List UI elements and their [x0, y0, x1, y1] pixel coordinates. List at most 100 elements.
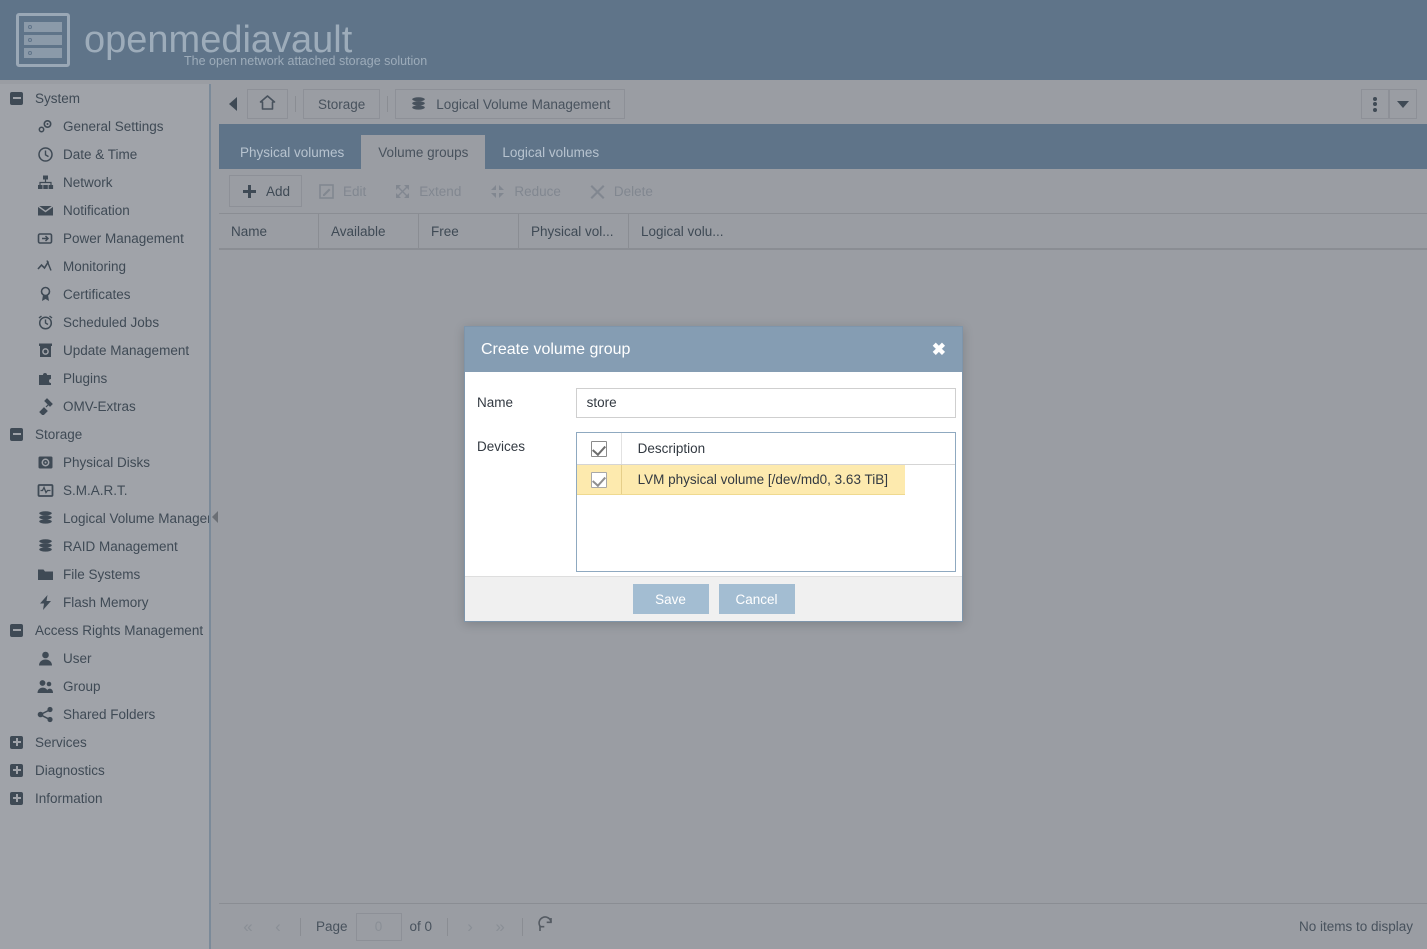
- breadcrumb-home-button[interactable]: [247, 89, 288, 119]
- share-icon: [35, 706, 55, 722]
- refresh-button[interactable]: [530, 912, 560, 942]
- plug-icon: [35, 397, 55, 415]
- sidebar-item-group[interactable]: Group: [0, 672, 209, 700]
- next-page-button[interactable]: ›: [455, 912, 485, 942]
- sidebar-group-storage[interactable]: Storage: [0, 420, 209, 448]
- select-all-checkbox[interactable]: [577, 433, 622, 464]
- disks-stack-icon: [410, 96, 427, 113]
- minus-icon: [10, 623, 23, 637]
- grid-column-free[interactable]: Free: [419, 214, 519, 248]
- reduce-button[interactable]: Reduce: [477, 175, 573, 207]
- sidebar-item-general-settings[interactable]: General Settings: [0, 112, 209, 140]
- grid-column-physical-volumes[interactable]: Physical vol...: [519, 214, 629, 248]
- kebab-menu-button[interactable]: [1361, 89, 1389, 119]
- sidebar-item-label: Scheduled Jobs: [63, 314, 160, 330]
- grid-column-available[interactable]: Available: [319, 214, 419, 248]
- sidebar-item-label: Monitoring: [63, 258, 127, 274]
- sidebar-group-label: Services: [35, 734, 87, 750]
- sidebar-item-date-time[interactable]: Date & Time: [0, 140, 209, 168]
- grid-column-logical-volumes[interactable]: Logical volu...: [629, 214, 1327, 248]
- lightning-icon: [35, 594, 55, 610]
- delete-button[interactable]: Delete: [577, 175, 665, 207]
- breadcrumb-label: Storage: [318, 96, 366, 112]
- prev-page-button[interactable]: ‹: [263, 912, 293, 942]
- sidebar-splitter[interactable]: [210, 84, 219, 949]
- monitor-pulse-icon: [35, 482, 55, 498]
- sidebar-item-file-systems[interactable]: File Systems: [0, 560, 209, 588]
- name-input[interactable]: store: [575, 388, 956, 418]
- toolbar-label: Reduce: [514, 183, 561, 199]
- users-icon: [35, 678, 55, 694]
- pager-status: No items to display: [1298, 919, 1413, 934]
- kebab-menu-icon: [1373, 95, 1377, 113]
- page-input[interactable]: 0: [355, 912, 402, 941]
- grid-column-name[interactable]: Name: [219, 214, 319, 248]
- checkbox-checked-icon: [590, 440, 607, 457]
- sidebar-group-services[interactable]: Services: [0, 728, 209, 756]
- sidebar-group-label: Access Rights Management: [35, 622, 204, 638]
- sidebar-group-system[interactable]: System: [0, 84, 209, 112]
- tab-volume-groups[interactable]: Volume groups: [361, 135, 486, 169]
- update-bin-icon: [35, 342, 55, 358]
- chart-line-icon: [35, 258, 55, 274]
- dropdown-button[interactable]: [1389, 89, 1417, 119]
- home-icon: [259, 94, 276, 114]
- sidebar-item-smart[interactable]: S.M.A.R.T.: [0, 476, 209, 504]
- save-button[interactable]: Save: [632, 584, 709, 614]
- breadcrumb-separator: [387, 96, 389, 112]
- devices-grid-row[interactable]: LVM physical volume [/dev/md0, 3.63 TiB]: [576, 465, 905, 495]
- breadcrumb-item-logical-volume-management[interactable]: Logical Volume Management: [395, 89, 626, 119]
- sidebar-group-diagnostics[interactable]: Diagnostics: [0, 756, 209, 784]
- cancel-button[interactable]: Cancel: [718, 584, 795, 614]
- devices-grid[interactable]: Description LVM physical volume [/dev/md…: [575, 432, 956, 572]
- name-label: Name: [477, 395, 514, 410]
- sidebar-collapse-button[interactable]: [219, 84, 247, 124]
- sidebar-item-shared-folders[interactable]: Shared Folders: [0, 700, 209, 728]
- tab-label: Logical volumes: [502, 144, 600, 160]
- plus-icon: [241, 183, 258, 200]
- close-icon[interactable]: ✖: [932, 341, 946, 358]
- sidebar-item-update-management[interactable]: Update Management: [0, 336, 209, 364]
- sidebar-item-label: Certificates: [63, 286, 131, 302]
- sidebar-item-flash-memory[interactable]: Flash Memory: [0, 588, 209, 616]
- sidebar-item-monitoring[interactable]: Monitoring: [0, 252, 209, 280]
- extend-button[interactable]: Extend: [382, 175, 473, 207]
- last-page-button[interactable]: »: [485, 912, 515, 942]
- sidebar-item-raid-management[interactable]: RAID Management: [0, 532, 209, 560]
- sidebar-item-logical-volume-management[interactable]: Logical Volume Managem: [0, 504, 209, 532]
- dialog-header: Create volume group ✖: [465, 327, 962, 372]
- sidebar-item-user[interactable]: User: [0, 644, 209, 672]
- tab-logical-volumes[interactable]: Logical volumes: [485, 135, 616, 169]
- edit-button[interactable]: Edit: [306, 175, 378, 207]
- collapse-left-icon: [229, 97, 237, 111]
- pager-separator: [300, 917, 301, 936]
- row-checkbox[interactable]: [577, 465, 622, 494]
- app-banner: openmediavault The open network attached…: [0, 0, 1427, 80]
- sidebar-item-label: Network: [63, 174, 113, 190]
- sidebar-item-label: Update Management: [63, 342, 190, 358]
- breadcrumb-item-storage[interactable]: Storage: [303, 89, 381, 119]
- sidebar-item-plugins[interactable]: Plugins: [0, 364, 209, 392]
- sidebar-item-notification[interactable]: Notification: [0, 196, 209, 224]
- user-icon: [35, 650, 55, 666]
- tab-physical-volumes[interactable]: Physical volumes: [223, 135, 361, 169]
- sidebar-item-scheduled-jobs[interactable]: Scheduled Jobs: [0, 308, 209, 336]
- sidebar-item-label: Logical Volume Managem: [63, 510, 210, 526]
- toolbar-label: Add: [266, 183, 291, 199]
- chevron-right-icon: ›: [467, 916, 473, 936]
- sidebar-item-network[interactable]: Network: [0, 168, 209, 196]
- add-button[interactable]: Add: [229, 175, 303, 207]
- sidebar-item-label: Notification: [63, 202, 130, 218]
- sidebar-item-physical-disks[interactable]: Physical Disks: [0, 448, 209, 476]
- hard-disk-icon: [35, 454, 55, 470]
- pager-separator: [522, 917, 524, 936]
- sidebar-group-information[interactable]: Information: [0, 784, 209, 812]
- sidebar-item-certificates[interactable]: Certificates: [0, 280, 209, 308]
- sidebar[interactable]: System General Settings Date & Time Netw…: [0, 84, 210, 949]
- sidebar-group-access-rights-management[interactable]: Access Rights Management: [0, 616, 209, 644]
- chevron-down-icon: [1397, 100, 1409, 108]
- sidebar-item-omv-extras[interactable]: OMV-Extras: [0, 392, 209, 420]
- first-page-button[interactable]: «: [233, 912, 263, 942]
- sidebar-item-label: User: [63, 650, 92, 666]
- sidebar-item-power-management[interactable]: Power Management: [0, 224, 209, 252]
